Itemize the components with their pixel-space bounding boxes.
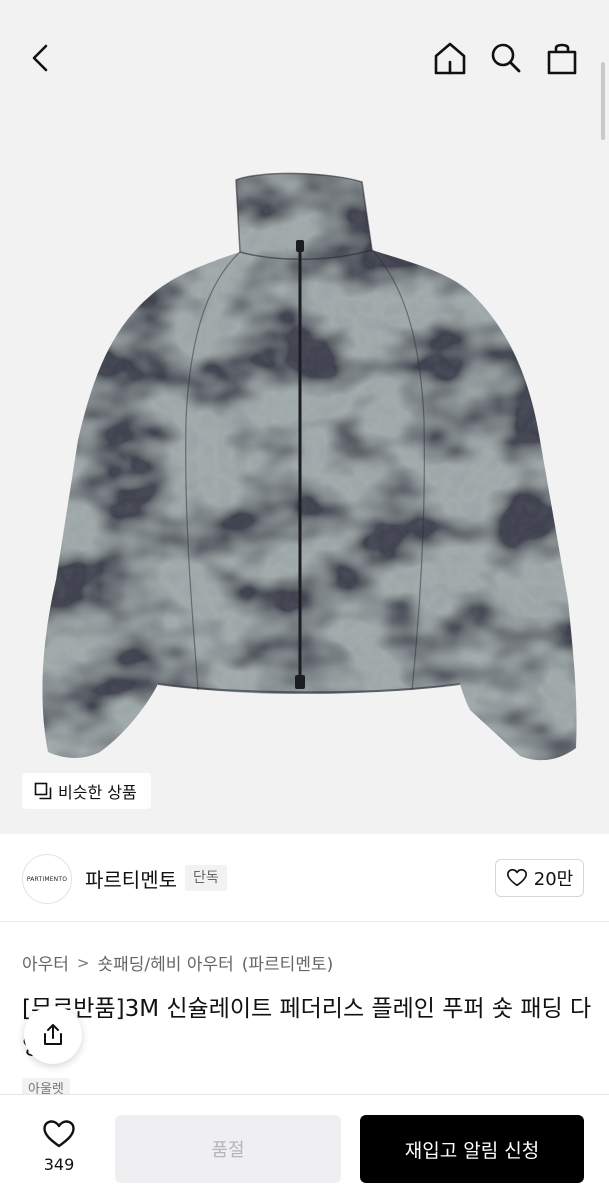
share-icon <box>44 1024 62 1045</box>
similar-products-label: 비슷한 상품 <box>58 783 137 802</box>
shopping-bag-icon[interactable] <box>542 38 582 78</box>
brand-name[interactable]: 파르티멘토 <box>85 864 177 893</box>
sold-out-button: 품절 <box>115 1115 341 1183</box>
bottom-action-bar: 349 품절 재입고 알림 신청 <box>0 1094 609 1200</box>
heart-icon <box>43 1120 75 1148</box>
top-navigation-bar <box>0 0 609 118</box>
heart-icon <box>506 868 527 887</box>
brand-row: PARTIMENTO 파르티멘토 단독 20만 <box>0 834 609 922</box>
restock-alert-button[interactable]: 재입고 알림 신청 <box>360 1115 584 1183</box>
restock-alert-label: 재입고 알림 신청 <box>404 1139 540 1162</box>
brand-like-button[interactable]: 20만 <box>495 859 584 897</box>
brand-like-count: 20만 <box>533 869 574 890</box>
share-button[interactable] <box>24 1006 82 1064</box>
home-icon[interactable] <box>430 38 470 78</box>
product-title: [무료반품]3M 신슐레이트 페더리스 플레인 푸퍼 숏 패딩 다잉 <box>22 996 592 1060</box>
similar-items-icon <box>34 782 52 800</box>
wishlist-count: 349 <box>43 1155 75 1174</box>
breadcrumb-item-outer[interactable]: 아우터 <box>22 950 69 975</box>
sold-out-label: 품절 <box>211 1140 245 1161</box>
wishlist-button[interactable]: 349 <box>30 1119 88 1174</box>
back-arrow-icon[interactable] <box>20 38 60 78</box>
brand-logo[interactable]: PARTIMENTO <box>22 854 72 904</box>
breadcrumb-separator: > <box>76 953 90 972</box>
product-image[interactable]: 비슷한 상품 <box>0 0 609 834</box>
search-icon[interactable] <box>486 38 526 78</box>
breadcrumb: 아우터 > 숏패딩/헤비 아우터 (파르티멘토) <box>22 950 333 976</box>
breadcrumb-item-brand[interactable]: (파르티멘토) <box>242 950 333 975</box>
scrollbar[interactable] <box>601 62 605 140</box>
jacket-photo <box>42 172 577 761</box>
breadcrumb-item-padding[interactable]: 숏패딩/헤비 아우터 <box>98 950 234 975</box>
similar-products-button[interactable]: 비슷한 상품 <box>22 773 151 809</box>
brand-logo-text: PARTIMENTO <box>26 875 68 883</box>
exclusive-badge: 단독 <box>185 865 227 891</box>
